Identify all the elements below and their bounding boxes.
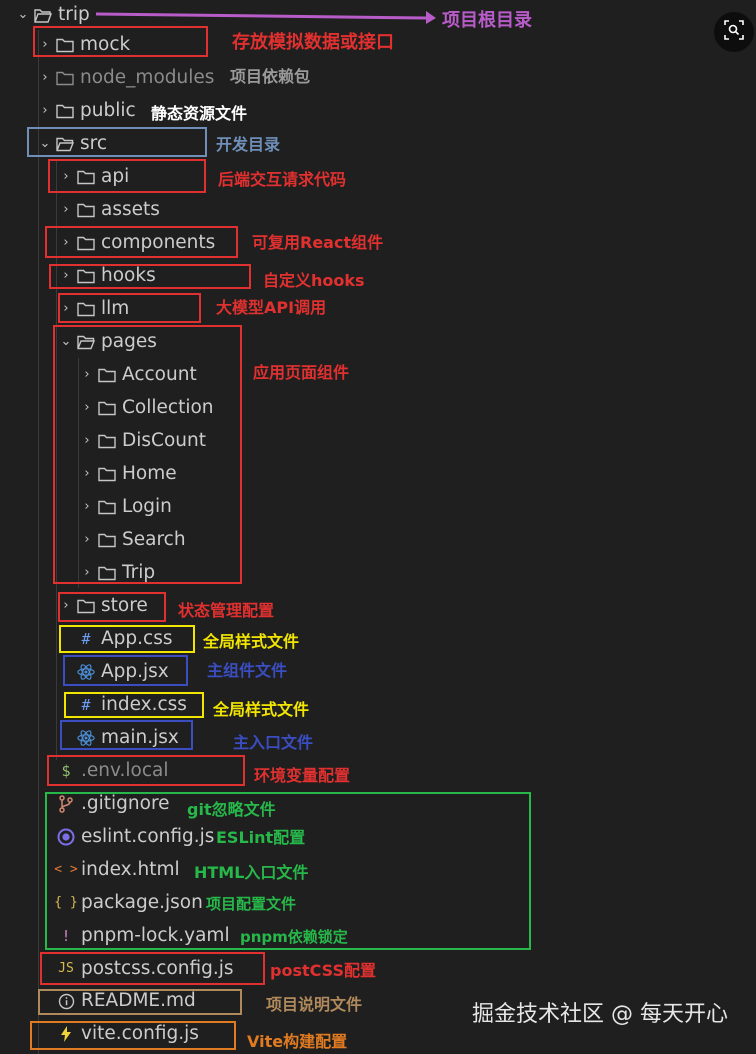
- indent-guide-root: [38, 30, 39, 1054]
- folder-icon: [54, 67, 76, 89]
- highlight-src: [27, 127, 207, 157]
- tree-item-label: public: [80, 100, 136, 121]
- tree-item-public[interactable]: › public: [36, 96, 136, 126]
- note-env-local: 环境变量配置: [254, 766, 351, 785]
- note-readme: 项目说明文件: [266, 995, 363, 1014]
- highlight-vite: [30, 1021, 236, 1050]
- note-app-css: 全局样式文件: [203, 632, 300, 651]
- note-gitignore: git忽略文件: [187, 800, 276, 819]
- root-arrow: [96, 11, 436, 24]
- note-store: 状态管理配置: [178, 601, 275, 620]
- highlight-store: [58, 592, 166, 622]
- chevron-right-icon: ›: [42, 103, 48, 118]
- watermark: 掘金技术社区 @ 每天开心: [472, 1002, 728, 1027]
- highlight-readme: [38, 989, 242, 1015]
- chevron-right-icon: ›: [42, 70, 48, 85]
- highlight-mock: [33, 26, 208, 57]
- note-hooks: 自定义hooks: [263, 271, 365, 290]
- highlight-hooks: [49, 264, 251, 289]
- highlight-components: [45, 226, 238, 258]
- note-vite: Vite构建配置: [247, 1032, 348, 1051]
- highlight-postcss: [40, 952, 265, 985]
- tree-item-node-modules[interactable]: › node_modules: [36, 63, 214, 93]
- note-index-css: 全局样式文件: [213, 700, 310, 719]
- tree-item-assets[interactable]: › assets: [57, 195, 160, 225]
- chevron-right-icon: ›: [63, 202, 69, 217]
- highlight-app-css: [59, 625, 195, 653]
- tree-item-label: assets: [101, 199, 160, 220]
- note-node-modules: 项目依赖包: [230, 67, 311, 86]
- chevron-down-icon: ⌄: [17, 7, 29, 22]
- highlight-index-css: [64, 692, 204, 718]
- visual-search-icon: [724, 20, 744, 44]
- note-public: 静态资源文件: [151, 104, 248, 123]
- note-components: 可复用React组件: [252, 233, 384, 252]
- note-root: 项目根目录: [442, 10, 532, 31]
- note-api: 后端交互请求代码: [218, 170, 347, 189]
- note-src: 开发目录: [216, 135, 281, 154]
- folder-open-icon: [32, 4, 54, 26]
- folder-icon: [75, 199, 97, 221]
- note-package-json: 项目配置文件: [206, 895, 297, 913]
- highlight-api: [48, 159, 206, 193]
- note-postcss: postCSS配置: [270, 961, 376, 980]
- highlight-llm: [58, 293, 201, 323]
- note-eslint: ESLint配置: [216, 828, 306, 847]
- note-pages: 应用页面组件: [253, 363, 350, 382]
- note-pnpm-lock: pnpm依赖锁定: [240, 928, 348, 946]
- note-index-html: HTML入口文件: [194, 863, 309, 882]
- visual-search-button[interactable]: [714, 12, 754, 52]
- highlight-env-local: [47, 755, 245, 786]
- tree-item-label: node_modules: [80, 67, 215, 88]
- note-main-jsx: 主入口文件: [233, 733, 314, 752]
- highlight-main-jsx: [60, 720, 193, 750]
- folder-icon: [54, 100, 76, 122]
- highlight-app-jsx: [63, 655, 188, 686]
- note-mock: 存放模拟数据或接口: [232, 32, 394, 53]
- note-llm: 大模型API调用: [216, 298, 327, 317]
- highlight-pages: [53, 325, 242, 584]
- note-app-jsx: 主组件文件: [207, 661, 288, 680]
